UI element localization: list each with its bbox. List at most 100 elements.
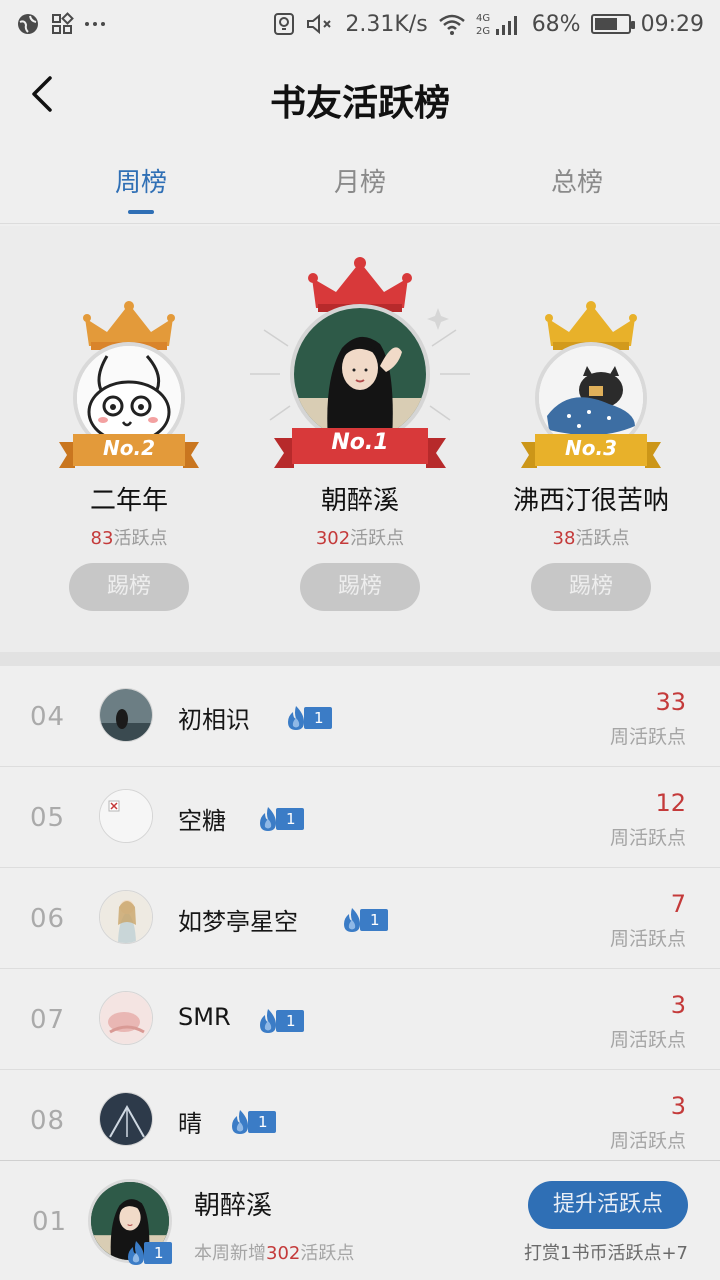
user-name: 晴: [178, 1110, 202, 1138]
user-name: 如梦亭星空: [178, 908, 298, 936]
podium-name: 沸西汀很苦呐: [512, 486, 669, 516]
list-item[interactable]: 08 晴 1 3 周活跃点: [0, 1070, 720, 1171]
podium-second: No.2 二年年 83活跃点 踢榜: [19, 226, 239, 652]
note-number: 302: [266, 1243, 301, 1264]
list-item[interactable]: 07 SMR 1 3 周活跃点: [0, 969, 720, 1070]
more-dots-icon: [84, 12, 106, 36]
avatar[interactable]: [99, 789, 153, 843]
level-badge: 1: [338, 908, 388, 932]
battery-fill: [594, 18, 617, 30]
score: 7: [670, 890, 686, 918]
score-label: 周活跃点: [609, 827, 686, 849]
status-bar: 2.31K/s 4G 2G 68% 09:29: [0, 0, 720, 48]
points-value: 83: [90, 528, 114, 549]
clock: 09:29: [640, 11, 704, 37]
reward-note: 打赏1书币活跃点+7: [524, 1243, 688, 1264]
avatar[interactable]: [99, 991, 153, 1045]
podium-points: 38活跃点: [481, 524, 701, 550]
rank-badge-label: No.1: [331, 430, 389, 455]
tab-total[interactable]: 总榜: [507, 162, 647, 199]
points-suffix: 活跃点: [350, 528, 405, 549]
flame-icon: [260, 1009, 276, 1033]
kick-button[interactable]: 踢榜: [531, 563, 651, 611]
battery-icon: [590, 14, 635, 34]
battery-percent: 68%: [531, 11, 581, 37]
score-label: 周活跃点: [609, 928, 686, 950]
apps-icon: [50, 12, 74, 36]
level-badge: 1: [282, 706, 332, 730]
rank-number: 08: [30, 1106, 66, 1136]
points-suffix: 活跃点: [113, 528, 168, 549]
level-badge: 1: [254, 1009, 304, 1033]
page-title: 书友活跃榜: [269, 82, 450, 124]
ranking-list: 04 初相识 1 33 周活跃点 05 空糖 1 12 周活跃点 06 如梦亭星…: [0, 666, 720, 1171]
flame-icon: [344, 908, 360, 932]
boost-activity-button[interactable]: 提升活跃点: [528, 1181, 688, 1229]
rank-number: 06: [30, 904, 66, 934]
score: 12: [655, 789, 686, 817]
my-rank-bar: 01 1 朝醉溪 本周新增302活跃点 提升活跃点 打赏1书币活跃点+7: [0, 1160, 720, 1280]
rank-badge-label: No.2: [103, 436, 155, 460]
header: 书友活跃榜: [0, 48, 720, 148]
score-label: 周活跃点: [609, 726, 686, 748]
bulb-icon: [273, 12, 295, 36]
app-root: 2.31K/s 4G 2G 68% 09:29 书友活跃榜 周榜 月榜 总榜 N…: [0, 0, 720, 1280]
list-item[interactable]: 06 如梦亭星空 1 7 周活跃点: [0, 868, 720, 969]
points-value: 38: [552, 528, 576, 549]
flame-icon: [288, 706, 304, 730]
my-level-badge: 1: [122, 1241, 172, 1265]
section-divider: [0, 652, 720, 666]
tab-indicator: [128, 210, 154, 214]
level-badge: 1: [254, 807, 304, 831]
podium-name: 二年年: [89, 486, 168, 516]
note-prefix: 本周新增: [194, 1243, 266, 1264]
my-name: 朝醉溪: [194, 1191, 273, 1221]
score-label: 周活跃点: [609, 1029, 686, 1051]
list-item[interactable]: 05 空糖 1 12 周活跃点: [0, 767, 720, 868]
avatar-image: [100, 891, 152, 943]
flame-icon: [232, 1110, 248, 1134]
network-speed: 2.31K/s: [345, 11, 428, 37]
points-suffix: 活跃点: [575, 528, 630, 549]
podium-points: 302活跃点: [250, 524, 470, 550]
note-suffix: 活跃点: [300, 1243, 355, 1264]
tab-weekly[interactable]: 周榜: [71, 162, 211, 199]
user-name: SMR: [178, 1003, 231, 1031]
score: 3: [670, 991, 686, 1019]
wifi-icon: [438, 12, 466, 36]
podium: No.2 二年年 83活跃点 踢榜 No.1 朝醉溪 302活跃点 踢榜 No.…: [0, 226, 720, 652]
kick-button[interactable]: 踢榜: [300, 563, 420, 611]
svg-text:4G: 4G: [476, 13, 490, 24]
score: 3: [670, 1092, 686, 1120]
avatar-image: [100, 992, 152, 1044]
avatar[interactable]: [99, 688, 153, 742]
avatar[interactable]: [99, 1092, 153, 1146]
points-value: 302: [315, 528, 351, 549]
girl-portrait-avatar-image: [294, 308, 426, 440]
podium-name: 朝醉溪: [320, 486, 399, 516]
weekly-increase-note: 本周新增302活跃点: [194, 1239, 354, 1265]
avatar[interactable]: [99, 890, 153, 944]
svg-text:2G: 2G: [476, 26, 490, 37]
rank-number: 07: [30, 1005, 66, 1035]
list-item[interactable]: 04 初相识 1 33 周活跃点: [0, 666, 720, 767]
rank-badge-label: No.3: [565, 436, 617, 460]
cellular-signal-icon: 4G 2G: [476, 11, 522, 37]
rank-number: 05: [30, 803, 66, 833]
avatar-image: [100, 689, 152, 741]
podium-points: 83活跃点: [19, 524, 239, 550]
my-rank-number: 01: [32, 1207, 68, 1237]
kick-button[interactable]: 踢榜: [69, 563, 189, 611]
globe-icon: [16, 12, 40, 36]
podium-first: No.1 朝醉溪 302活跃点 踢榜: [250, 226, 470, 652]
tab-bar: 周榜 月榜 总榜: [0, 150, 720, 224]
user-name: 初相识: [178, 706, 250, 734]
flame-icon: [128, 1241, 144, 1265]
tab-monthly[interactable]: 月榜: [290, 162, 430, 199]
level-badge: 1: [226, 1110, 276, 1134]
broken-image-icon: [100, 790, 152, 842]
mute-icon: [305, 12, 335, 36]
score: 33: [655, 688, 686, 716]
flame-icon: [260, 807, 276, 831]
avatar-image: [100, 1093, 152, 1145]
